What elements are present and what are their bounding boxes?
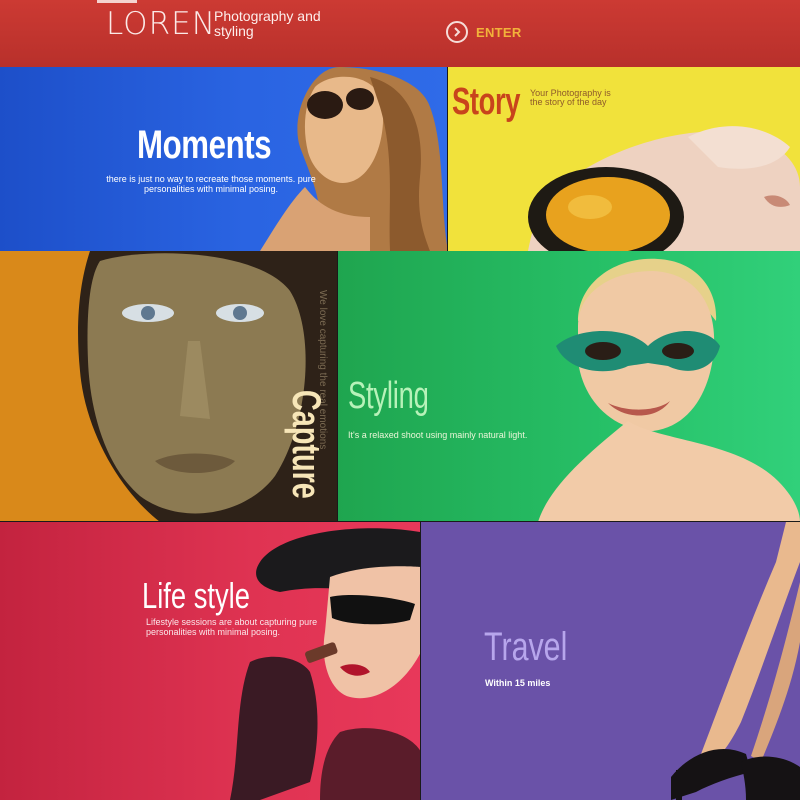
tile-capture-title: Capture: [284, 390, 328, 499]
tile-story[interactable]: Story Your Photography is the story of t…: [448, 67, 800, 251]
woman-hat-lipstick-photo: [230, 528, 421, 800]
play-arrow-icon: [446, 21, 468, 43]
tile-moments-title: Moments: [137, 123, 272, 167]
tile-life-style-title: Life style: [142, 575, 250, 616]
tile-life-style[interactable]: Life style Lifestyle sessions are about …: [0, 522, 421, 800]
tile-divider: [0, 521, 800, 522]
tile-styling[interactable]: Styling It's a relaxed shoot using mainl…: [338, 251, 800, 522]
tile-divider: [447, 67, 448, 251]
tile-capture[interactable]: We love capturing the real emotions Capt…: [0, 251, 338, 522]
site-header: LOREN Photography and styling ENTER: [0, 0, 800, 67]
tile-story-text: Your Photography is the story of the day: [530, 88, 611, 107]
tile-life-style-text: Lifestyle sessions are about capturing p…: [146, 617, 318, 637]
tile-divider: [420, 522, 421, 800]
capture-caption-area: We love capturing the real emotions Capt…: [254, 290, 334, 520]
tile-moments-text: there is just no way to recreate those m…: [106, 174, 316, 194]
tile-styling-title: Styling: [348, 375, 429, 417]
header-tab-marker: [97, 0, 137, 3]
tile-divider: [337, 251, 338, 522]
tile-travel[interactable]: Travel Within 15 miles: [421, 522, 800, 800]
legs-heels-photo: [671, 522, 800, 800]
enter-label: ENTER: [476, 24, 522, 40]
tile-story-title: Story: [452, 81, 521, 123]
site-logo[interactable]: LOREN: [106, 6, 216, 42]
tile-styling-text: It's a relaxed shoot using mainly natura…: [348, 430, 528, 440]
site-tagline: Photography and styling: [214, 8, 321, 39]
face-goggles-photo: [528, 126, 800, 251]
woman-mask-photo: [538, 258, 800, 522]
tile-moments[interactable]: Moments there is just no way to recreate…: [0, 67, 448, 251]
tile-travel-title: Travel: [484, 625, 568, 669]
enter-button[interactable]: ENTER: [446, 20, 522, 44]
tile-travel-text: Within 15 miles: [485, 678, 551, 688]
